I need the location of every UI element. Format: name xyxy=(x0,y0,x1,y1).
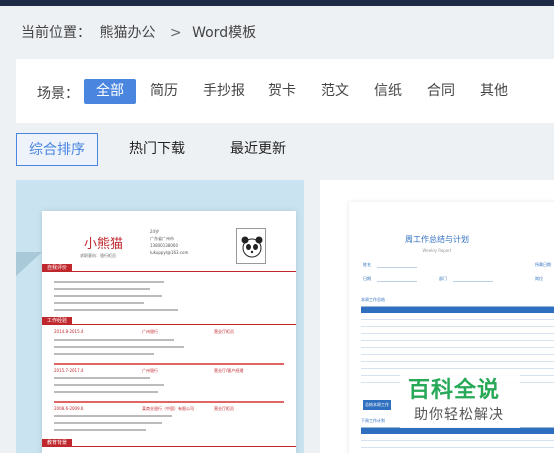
panda-avatar-icon xyxy=(236,228,266,264)
job-dates: 2015.7-2017.4 xyxy=(54,368,84,373)
breadcrumb-separator: > xyxy=(169,25,182,41)
breadcrumb: 当前位置： 熊猫办公 > Word模板 xyxy=(21,22,260,42)
filter-chip-resume[interactable]: 简历 xyxy=(138,79,190,104)
text-line xyxy=(54,339,174,341)
report-section-this-week: 本周工作总结 xyxy=(361,297,385,302)
template-card-resume[interactable]: 小熊猫 求职意向：银行柜员 24岁 广东省广州市 13800138000 luk… xyxy=(16,180,304,453)
table-row xyxy=(361,320,554,327)
report-section-next-week: 下周工作计划 xyxy=(361,418,385,423)
page-fold-shape xyxy=(16,252,42,276)
resume-objective: 求职意向：银行柜员 xyxy=(80,253,116,258)
table-row xyxy=(361,362,554,369)
job-company: 某商业银行（中国）有限公司 xyxy=(142,406,194,411)
report-title: 周工作总结与计划 xyxy=(405,235,469,244)
text-line xyxy=(54,288,150,290)
table-row xyxy=(361,355,554,362)
table-row xyxy=(361,334,554,341)
filter-chip-contract[interactable]: 合同 xyxy=(415,79,467,104)
filter-chip-other[interactable]: 其他 xyxy=(468,79,520,104)
scene-filter-label: 场景： xyxy=(37,86,79,102)
text-line xyxy=(54,415,172,417)
job-role: 营业厅/客户经理 xyxy=(214,368,244,373)
job-dates: 2014.8-2015.4 xyxy=(54,329,84,334)
report-side-note: 总结本周工作 xyxy=(363,400,391,410)
table-row xyxy=(361,348,554,355)
job-role: 营业厅柜员 xyxy=(214,329,234,334)
resume-name: 小熊猫 xyxy=(84,237,124,252)
sort-tab-recent[interactable]: 最近更新 xyxy=(230,133,286,166)
text-line xyxy=(54,281,164,283)
breadcrumb-home-link[interactable]: 熊猫办公 xyxy=(99,25,155,41)
job-company: 广州银行 xyxy=(142,368,158,373)
field-label-position: 岗位 xyxy=(535,276,543,281)
resume-section-education: 教育背景 xyxy=(42,439,296,447)
field-underline xyxy=(453,281,493,282)
field-label-name: 姓名 xyxy=(363,262,371,267)
resume-section-self-evaluation: 自我评价 xyxy=(42,264,296,272)
field-label-period: 所属日期 xyxy=(535,262,551,267)
filter-chip-card[interactable]: 贺卡 xyxy=(256,79,308,104)
sort-tab-overall[interactable]: 综合排序 xyxy=(16,133,98,166)
text-line xyxy=(54,429,146,431)
sort-tab-hot-downloads[interactable]: 热门下载 xyxy=(129,133,185,166)
table-row xyxy=(361,327,554,334)
field-label-date: 日期 xyxy=(363,276,371,281)
filter-chip-all[interactable]: 全部 xyxy=(84,79,136,104)
text-line xyxy=(54,295,162,297)
scene-filter-bar: 场景： 全部 简历 手抄报 贺卡 范文 信纸 合同 其他 xyxy=(16,59,554,123)
section-tag: 教育背景 xyxy=(42,439,73,447)
watermark-logo-title: 百科全说 xyxy=(408,378,501,403)
job-company: 广州银行 xyxy=(142,329,158,334)
text-line xyxy=(54,302,144,304)
watermark-logo-subtitle: 助你轻松解决 xyxy=(414,407,504,423)
job-dates: 2008.6-2009.6 xyxy=(54,406,84,411)
text-line xyxy=(54,353,154,355)
table-row xyxy=(361,448,554,453)
divider xyxy=(54,363,284,365)
filter-chip-letter[interactable]: 信纸 xyxy=(362,79,414,104)
resume-age: 24岁 xyxy=(150,229,160,234)
table-row xyxy=(361,441,554,448)
resume-section-experience: 工作经验 xyxy=(42,317,296,325)
field-label-dept: 部门 xyxy=(439,276,447,281)
report-subtitle: Weekly Report xyxy=(422,248,452,253)
text-line xyxy=(54,422,162,424)
text-line xyxy=(54,384,164,386)
text-line xyxy=(54,309,178,311)
plan-table xyxy=(361,427,554,453)
resume-phone: 13800138000 xyxy=(150,243,178,248)
text-line xyxy=(54,346,184,348)
section-tag: 自我评价 xyxy=(42,264,73,272)
text-line xyxy=(54,391,158,393)
field-underline xyxy=(377,281,417,282)
text-line xyxy=(54,377,150,379)
table-row xyxy=(361,434,554,441)
section-tag: 工作经验 xyxy=(42,317,73,325)
breadcrumb-prefix: 当前位置： xyxy=(21,25,91,41)
filter-chip-sample[interactable]: 范文 xyxy=(309,79,361,104)
resume-location: 广东省广州市 xyxy=(150,236,174,241)
divider xyxy=(54,401,284,403)
top-header-strip xyxy=(0,0,554,6)
resume-email: lukuppyl@163.com xyxy=(150,250,189,255)
filter-chip-handcopy[interactable]: 手抄报 xyxy=(191,79,257,104)
breadcrumb-current[interactable]: Word模板 xyxy=(192,25,256,41)
resume-preview: 小熊猫 求职意向：银行柜员 24岁 广东省广州市 13800138000 luk… xyxy=(42,211,296,453)
table-row xyxy=(361,313,554,320)
table-row xyxy=(361,341,554,348)
field-underline xyxy=(377,267,417,268)
job-role: 营业厅柜员 xyxy=(214,406,234,411)
